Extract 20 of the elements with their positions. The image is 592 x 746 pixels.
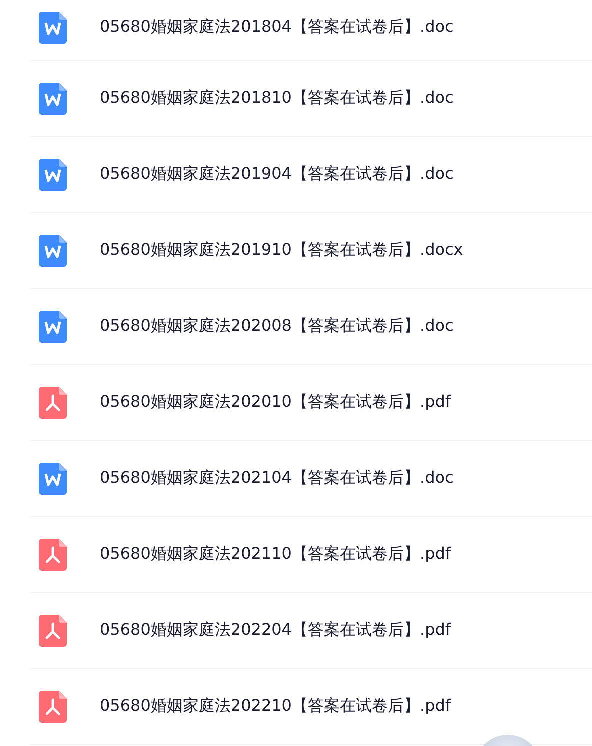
word-document-icon xyxy=(39,158,67,190)
word-document-icon xyxy=(39,82,67,114)
pdf-document-icon xyxy=(39,614,67,646)
file-name[interactable]: 05680婚姻家庭法201910【答案在试卷后】.docx xyxy=(100,240,464,261)
pdf-document-icon xyxy=(39,386,67,418)
pdf-document-icon xyxy=(39,538,67,570)
file-name[interactable]: 05680婚姻家庭法202010【答案在试卷后】.pdf xyxy=(100,392,452,413)
file-name[interactable]: 05680婚姻家庭法201810【答案在试卷后】.doc xyxy=(100,88,454,109)
word-document-icon xyxy=(39,462,67,494)
file-name[interactable]: 05680婚姻家庭法201904【答案在试卷后】.doc xyxy=(100,164,454,185)
file-name[interactable]: 05680婚姻家庭法202110【答案在试卷后】.pdf xyxy=(100,544,452,565)
file-name[interactable]: 05680婚姻家庭法202204【答案在试卷后】.pdf xyxy=(100,620,452,641)
pdf-document-icon xyxy=(39,690,67,722)
file-name[interactable]: 05680婚姻家庭法201804【答案在试卷后】.doc xyxy=(100,17,454,38)
word-document-icon xyxy=(39,234,67,266)
file-name[interactable]: 05680婚姻家庭法202210【答案在试卷后】.pdf xyxy=(100,696,452,717)
file-name[interactable]: 05680婚姻家庭法202104【答案在试卷后】.doc xyxy=(100,468,454,489)
word-document-icon xyxy=(39,310,67,342)
word-document-icon xyxy=(39,12,67,44)
file-name[interactable]: 05680婚姻家庭法202008【答案在试卷后】.doc xyxy=(100,316,454,337)
